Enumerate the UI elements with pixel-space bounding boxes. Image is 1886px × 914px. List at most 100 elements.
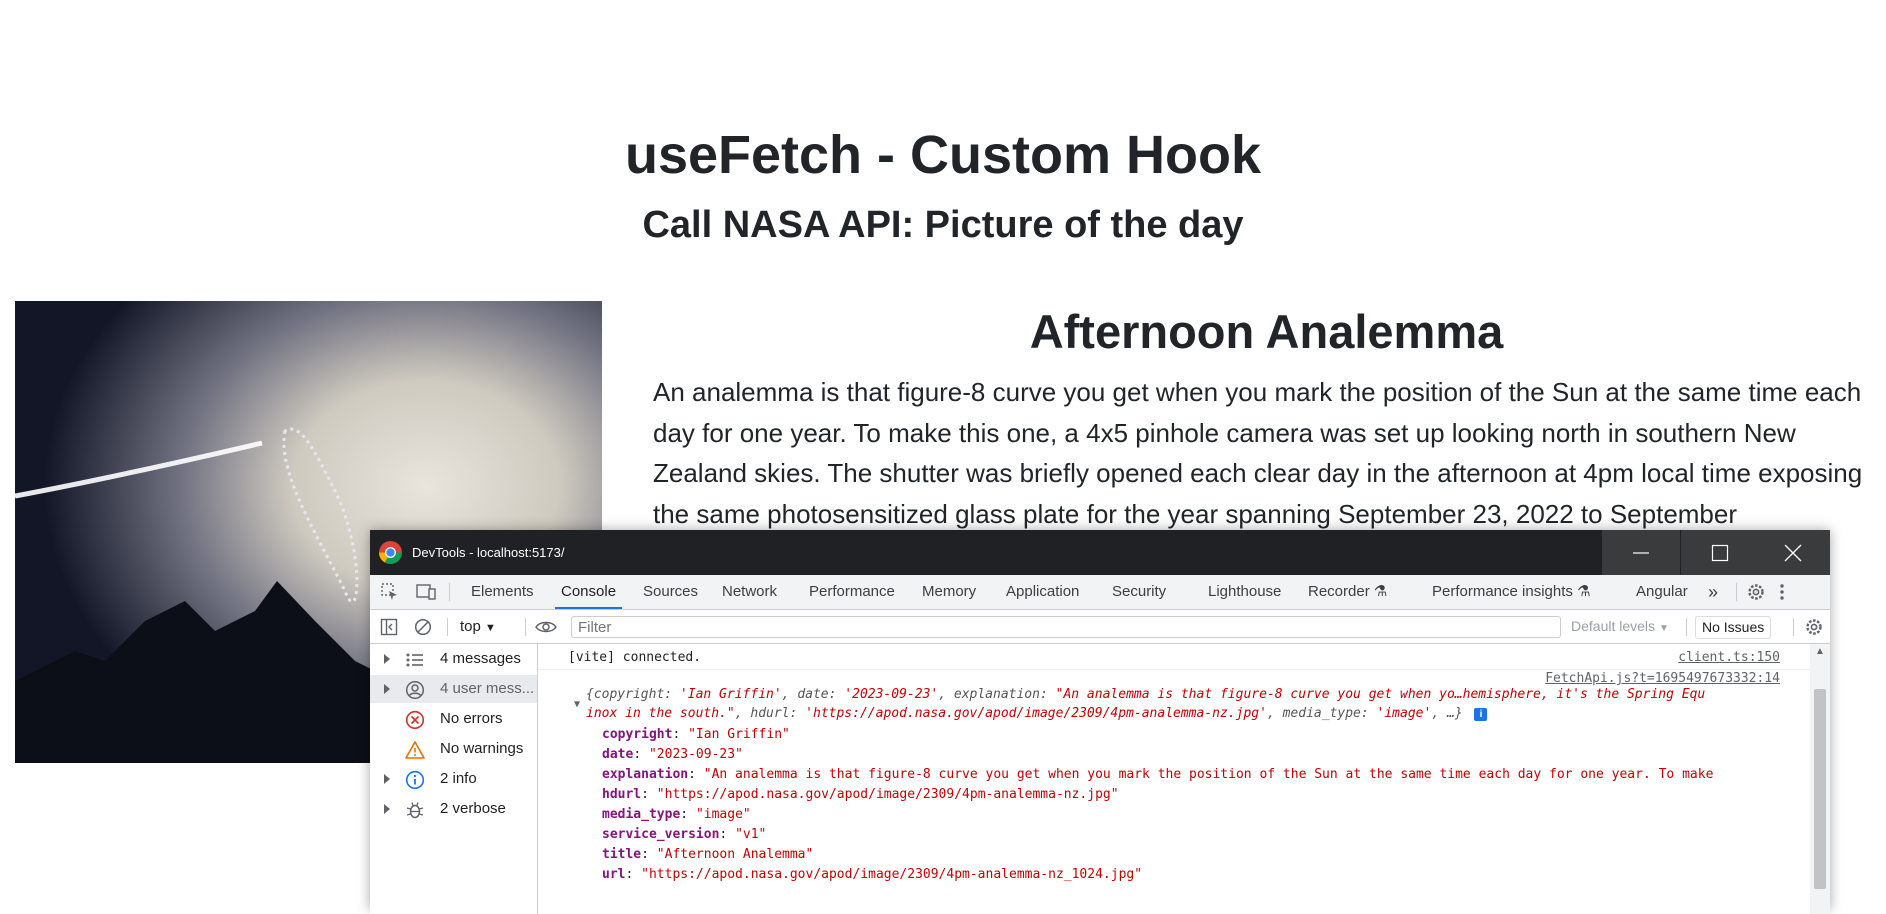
summary-date-key: , date: — [781, 687, 845, 702]
tab-network[interactable]: Network — [722, 575, 777, 609]
log-levels-label: Default levels — [1571, 618, 1656, 634]
info-badge-icon[interactable]: i — [1474, 708, 1488, 721]
tab-angular[interactable]: Angular — [1636, 575, 1688, 609]
more-tabs-icon[interactable]: » — [1708, 575, 1718, 609]
sidebar-item-messages[interactable]: 4 messages — [370, 645, 537, 673]
minimize-button[interactable] — [1602, 530, 1680, 575]
sidebar-item-warnings[interactable]: No warnings — [370, 735, 537, 763]
live-expression-button[interactable] — [534, 610, 558, 643]
issues-button[interactable]: No Issues — [1695, 616, 1772, 639]
source-link[interactable]: FetchApi.js?t=1695497673332:14 — [1545, 671, 1780, 686]
console-log-entry: FetchApi.js?t=1695497673332:14 ▼ {copyri… — [538, 671, 1810, 914]
object-properties: copyright: "Ian Griffin" date: "2023-09-… — [602, 727, 1762, 887]
property-row[interactable]: title: "Afternoon Analemma" — [602, 847, 1762, 867]
console-settings-button[interactable] — [1804, 610, 1824, 643]
log-levels-dropdown[interactable]: Default levels ▼ — [1571, 610, 1669, 645]
more-options-button[interactable] — [1778, 575, 1786, 609]
sidebar-item-label: 2 info — [440, 770, 477, 787]
sidebar-item-verbose[interactable]: 2 verbose — [370, 795, 537, 823]
sidebar-item-label: No errors — [440, 710, 503, 727]
property-row[interactable]: url: "https://apod.nasa.gov/apod/image/2… — [602, 867, 1762, 887]
property-key: hdurl — [602, 787, 642, 802]
summary-media-key: , media_type: — [1266, 706, 1377, 721]
property-value: "2023-09-23" — [648, 747, 743, 762]
summary-hdurl: 'https://apod.nasa.gov/apod/image/2309/4… — [805, 706, 1267, 721]
page-subtitle: Call NASA API: Picture of the day — [642, 204, 1244, 246]
sidebar-item-info[interactable]: 2 info — [370, 765, 537, 793]
tab-lighthouse[interactable]: Lighthouse — [1208, 575, 1281, 609]
devtools-window: DevTools - localhost:5173/ Elements Cons… — [370, 530, 1830, 914]
tab-security[interactable]: Security — [1112, 575, 1166, 609]
collapse-arrow-icon[interactable]: ▼ — [574, 699, 580, 710]
property-row[interactable]: hdurl: "https://apod.nasa.gov/apod/image… — [602, 787, 1762, 807]
maximize-icon — [1711, 544, 1729, 561]
expand-arrow-icon[interactable] — [384, 684, 390, 694]
tab-performance-insights[interactable]: Performance insights ⚗ — [1432, 575, 1591, 609]
property-row[interactable]: date: "2023-09-23" — [602, 747, 1762, 767]
maximize-button[interactable] — [1681, 530, 1759, 575]
tab-elements[interactable]: Elements — [471, 575, 534, 609]
filter-input[interactable] — [571, 616, 1561, 638]
property-value: "v1" — [735, 827, 767, 842]
property-key: explanation — [602, 767, 689, 782]
property-row[interactable]: media_type: "image" — [602, 807, 1762, 827]
console-sidebar: 4 messages 4 user mess... No errors No w… — [370, 644, 538, 914]
tab-application[interactable]: Application — [1006, 575, 1079, 609]
summary-explanation-key: , explanation: — [938, 687, 1056, 702]
clear-console-button[interactable] — [414, 610, 432, 643]
sidebar-item-user-messages[interactable]: 4 user mess... — [370, 675, 537, 703]
object-summary-line-2[interactable]: inox in the south.", hdurl: 'https://apo… — [586, 706, 1488, 721]
tab-sources[interactable]: Sources — [643, 575, 698, 609]
close-button[interactable] — [1756, 530, 1830, 575]
property-key: service_version — [602, 827, 720, 842]
scroll-up-icon[interactable]: ▲ — [1815, 646, 1825, 657]
summary-explanation: "An analemma is that figure-8 curve you … — [1055, 687, 1706, 702]
source-link[interactable]: client.ts:150 — [1678, 650, 1780, 665]
chevron-down-icon: ▼ — [485, 622, 496, 634]
console-output: [vite] connected. client.ts:150 FetchApi… — [538, 644, 1810, 914]
tab-memory[interactable]: Memory — [922, 575, 976, 609]
tab-recorder-label: Recorder — [1308, 583, 1370, 600]
user-icon — [405, 680, 425, 700]
toggle-sidebar-button[interactable] — [380, 610, 398, 643]
summary-media-type: 'image' — [1376, 706, 1432, 721]
toolbar-separator — [447, 618, 448, 636]
property-row[interactable]: copyright: "Ian Griffin" — [602, 727, 1762, 747]
device-toolbar-button[interactable] — [415, 575, 437, 609]
warning-icon — [405, 741, 425, 759]
property-value: "https://apod.nasa.gov/apod/image/2309/4… — [641, 867, 1143, 882]
property-value: "Afternoon Analemma" — [656, 847, 814, 862]
toolbar-separator — [1793, 618, 1794, 636]
property-key: url — [602, 867, 626, 882]
scrollbar-thumb[interactable] — [1814, 689, 1826, 889]
console-scrollbar[interactable]: ▲ — [1810, 644, 1830, 914]
apod-title: Afternoon Analemma — [1029, 305, 1504, 358]
flask-icon: ⚗ — [1577, 583, 1591, 600]
devtools-titlebar[interactable]: DevTools - localhost:5173/ — [370, 530, 1830, 575]
settings-button[interactable] — [1746, 575, 1766, 609]
object-summary-line-1[interactable]: {copyright: 'Ian Griffin', date: '2023-0… — [586, 687, 1766, 702]
apod-explanation: An analemma is that figure-8 curve you g… — [653, 377, 1863, 529]
context-selector[interactable]: top ▼ — [460, 610, 496, 645]
expand-arrow-icon[interactable] — [384, 774, 390, 784]
property-value: "https://apod.nasa.gov/apod/image/2309/4… — [656, 787, 1119, 802]
property-row[interactable]: explanation: "An analemma is that figure… — [602, 767, 1762, 787]
tab-performance[interactable]: Performance — [809, 575, 895, 609]
expand-arrow-icon[interactable] — [384, 654, 390, 664]
expand-arrow-icon[interactable] — [384, 804, 390, 814]
summary-end: , …} — [1431, 706, 1463, 721]
info-icon — [405, 770, 425, 790]
property-row[interactable]: service_version: "v1" — [602, 827, 1762, 847]
tab-performance-insights-label: Performance insights — [1432, 583, 1573, 600]
tab-recorder[interactable]: Recorder ⚗ — [1308, 575, 1387, 609]
clear-icon — [414, 618, 432, 635]
inspect-icon — [381, 583, 397, 600]
tab-console[interactable]: Console — [554, 575, 623, 609]
kebab-menu-icon — [1780, 584, 1784, 600]
summary-copyright: 'Ian Griffin' — [679, 687, 782, 702]
inspect-element-button[interactable] — [380, 575, 400, 609]
devtools-window-title: DevTools - localhost:5173/ — [412, 545, 565, 560]
sidebar-item-label: 4 user mess... — [440, 680, 535, 697]
gear-icon — [1806, 618, 1822, 635]
sidebar-item-errors[interactable]: No errors — [370, 705, 537, 733]
